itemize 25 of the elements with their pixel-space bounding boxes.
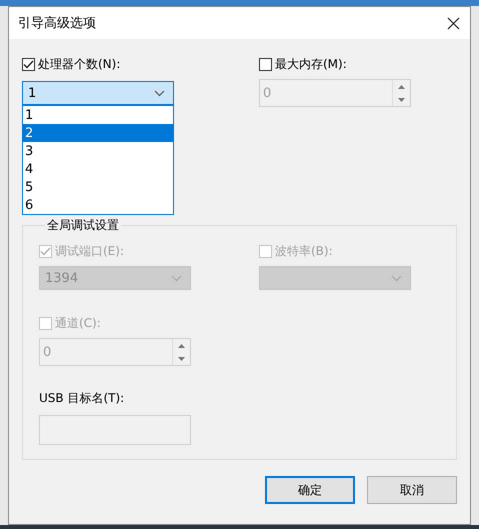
checkbox-label: 调试端口(E): (55, 242, 124, 260)
checkbox[interactable] (259, 58, 272, 70)
down-arrow-icon[interactable] (398, 98, 405, 102)
field-label: USB 目标名(T): (39, 390, 124, 407)
up-arrow-icon[interactable] (398, 84, 405, 88)
checkbox-label: 通道(C): (55, 314, 101, 332)
ok-button[interactable]: 确定 (265, 476, 355, 504)
window-title: 引导高级选项 (18, 15, 96, 32)
input-field[interactable] (39, 415, 191, 445)
chevron-down-icon (391, 274, 402, 282)
spinner-value: 0 (262, 84, 272, 102)
checkbox-label: 波特率(B): (275, 242, 333, 260)
down-arrow-icon[interactable] (178, 356, 185, 360)
chevron-down-icon (154, 90, 165, 96)
cancel-button[interactable]: 取消 (367, 476, 457, 504)
up-arrow-icon[interactable] (178, 344, 185, 348)
checkbox-label: 处理器个数(N): (38, 56, 120, 72)
group-title: 全局调试设置 (46, 217, 120, 234)
dropdown[interactable]: 1 (22, 81, 174, 105)
checkbox-label: 最大内存(M): (275, 56, 347, 72)
chevron-down-icon (171, 274, 182, 282)
dropdown-option[interactable]: 2 (23, 124, 173, 142)
spinner-value: 0 (42, 344, 52, 362)
close-icon[interactable] (447, 16, 460, 30)
checkbox[interactable] (22, 58, 35, 70)
